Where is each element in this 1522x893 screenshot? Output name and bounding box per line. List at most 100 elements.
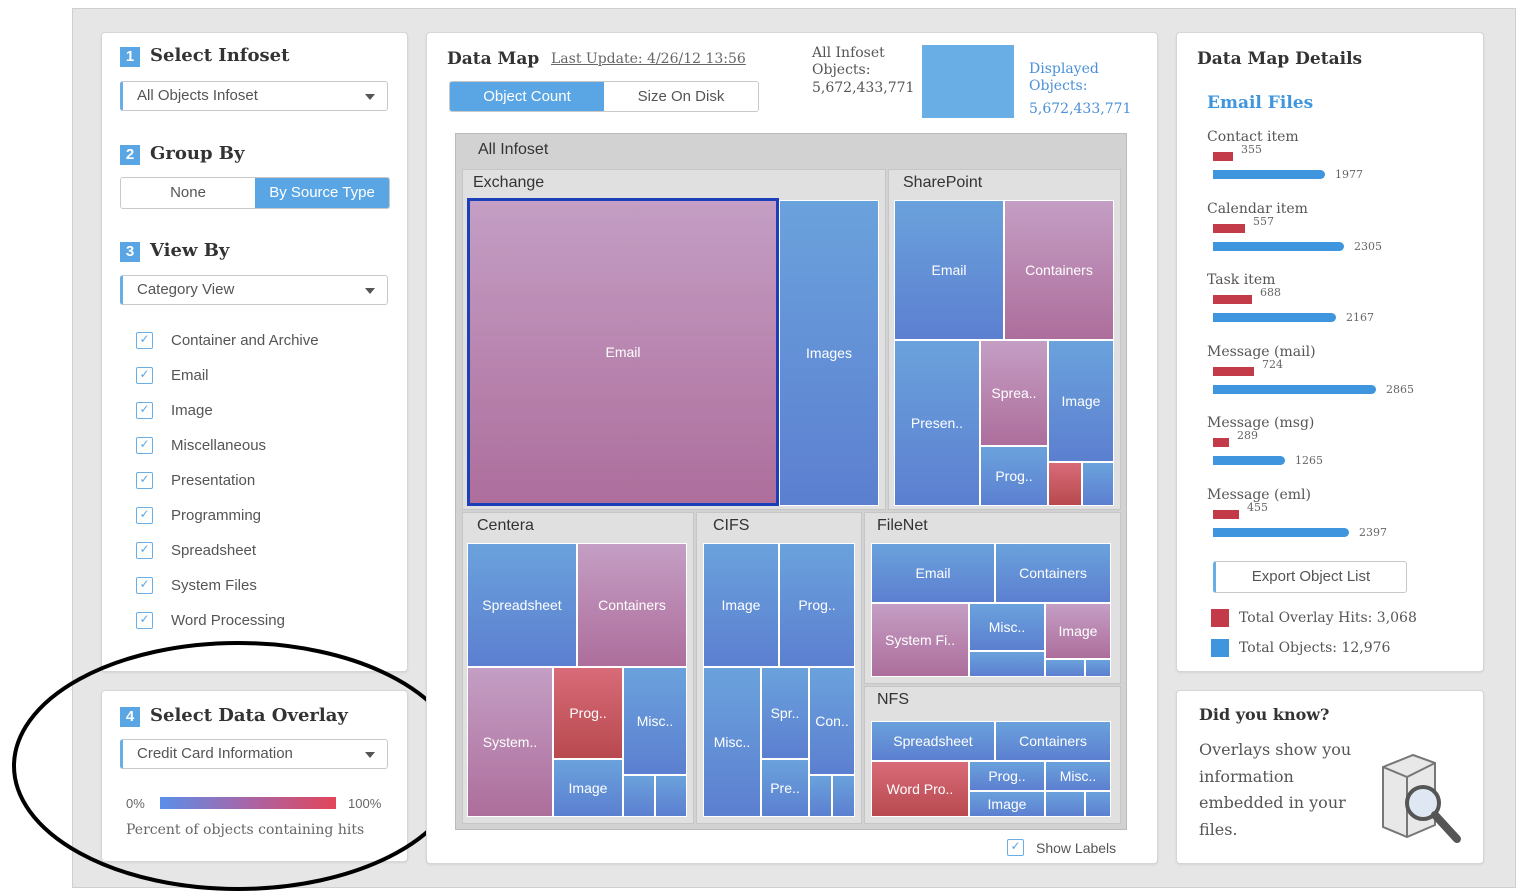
cell-filenet-small-1[interactable] — [969, 651, 1045, 677]
checkbox-checked-icon[interactable]: ✓ — [136, 612, 153, 629]
category-item[interactable]: ✓ Container and Archive — [136, 323, 386, 358]
cell-cifs-pre[interactable]: Pre.. — [761, 759, 809, 817]
group-exchange[interactable]: Exchange Email Images — [462, 169, 886, 510]
cell-centera-image[interactable]: Image — [553, 759, 623, 817]
details-item: Message (eml) 455 2397 — [1207, 487, 1467, 559]
details-item: Message (mail) 724 2865 — [1207, 344, 1467, 416]
category-item[interactable]: ✓ System Files — [136, 568, 386, 603]
category-list: ✓ Container and Archive ✓ Email ✓ Image ✓ Mi… — [136, 323, 386, 638]
total-objects-value: 2167 — [1346, 311, 1374, 324]
checkbox-checked-icon[interactable]: ✓ — [1007, 839, 1024, 856]
cell-sharepoint-containers[interactable]: Containers — [1004, 200, 1114, 340]
category-item[interactable]: ✓ Miscellaneous — [136, 428, 386, 463]
cell-nfs-prog[interactable]: Prog.. — [969, 761, 1045, 791]
step3-heading: 3 View By — [120, 240, 229, 262]
cell-sharepoint-image[interactable]: Image — [1048, 340, 1114, 462]
group-centera[interactable]: Centera Spreadsheet Containers System.. … — [462, 512, 694, 824]
cell-filenet-misc[interactable]: Misc.. — [969, 603, 1045, 651]
overlay-hits-value: 724 — [1262, 357, 1283, 371]
cell-filenet-email[interactable]: Email — [871, 543, 995, 603]
cell-centera-small-2[interactable] — [655, 775, 687, 817]
checkbox-checked-icon[interactable]: ✓ — [136, 507, 153, 524]
group-filenet[interactable]: FileNet Email Containers System Fi.. Mis… — [864, 512, 1121, 684]
show-labels-toggle[interactable]: ✓ Show Labels — [1007, 839, 1116, 856]
cell-sharepoint-prog[interactable]: Prog.. — [980, 446, 1048, 506]
cell-sharepoint-presen[interactable]: Presen.. — [894, 340, 980, 506]
cell-filenet-image[interactable]: Image — [1045, 603, 1111, 659]
cell-centera-containers[interactable]: Containers — [577, 543, 687, 667]
tab-size-on-disk[interactable]: Size On Disk — [604, 82, 758, 111]
cell-filenet-systemfi[interactable]: System Fi.. — [871, 603, 969, 677]
category-label: System Files — [171, 577, 257, 594]
cell-cifs-con[interactable]: Con.. — [809, 667, 855, 775]
checkbox-checked-icon[interactable]: ✓ — [136, 332, 153, 349]
cell-cifs-prog[interactable]: Prog.. — [779, 543, 855, 667]
category-item[interactable]: ✓ Email — [136, 358, 386, 393]
overlay-hits-value: 289 — [1237, 429, 1258, 442]
cell-nfs-wordpro[interactable]: Word Pro.. — [871, 761, 969, 817]
checkbox-checked-icon[interactable]: ✓ — [136, 542, 153, 559]
infoset-dropdown[interactable]: All Objects Infoset — [120, 81, 388, 111]
cell-nfs-misc[interactable]: Misc.. — [1045, 761, 1111, 791]
cell-cifs-spr[interactable]: Spr.. — [761, 667, 809, 759]
cell-cifs-small-1[interactable] — [809, 775, 832, 817]
total-objects-value: 1977 — [1335, 168, 1363, 181]
cell-nfs-containers[interactable]: Containers — [995, 721, 1111, 761]
cell-sharepoint-small-2[interactable] — [1082, 462, 1114, 506]
show-labels-label: Show Labels — [1036, 839, 1117, 856]
group-sharepoint[interactable]: SharePoint Email Containers Presen.. Spr… — [888, 169, 1121, 510]
cell-nfs-small-2[interactable] — [1085, 791, 1111, 817]
step3-number: 3 — [120, 241, 140, 262]
category-label: Spreadsheet — [171, 542, 257, 559]
last-update-link[interactable]: Last Update: 4/26/12 13:56 — [551, 51, 746, 67]
tab-object-count[interactable]: Object Count — [450, 82, 604, 111]
cell-centera-system[interactable]: System.. — [467, 667, 553, 817]
group-cifs[interactable]: CIFS Image Prog.. Misc.. Spr.. Con.. Pre… — [696, 512, 862, 824]
checkbox-checked-icon[interactable]: ✓ — [136, 437, 153, 454]
cell-exchange-images[interactable]: Images — [779, 200, 879, 506]
cell-filenet-containers[interactable]: Containers — [995, 543, 1111, 603]
group-label: FileNet — [877, 517, 928, 534]
cell-cifs-small-2[interactable] — [832, 775, 855, 817]
cell-cifs-image[interactable]: Image — [703, 543, 779, 667]
category-item[interactable]: ✓ Presentation — [136, 463, 386, 498]
cell-exchange-email[interactable]: Email — [467, 198, 779, 506]
legend-objects-label: Total Objects: 12,976 — [1239, 640, 1391, 656]
checkbox-checked-icon[interactable]: ✓ — [136, 472, 153, 489]
total-objects-value: 2397 — [1359, 525, 1387, 539]
cell-nfs-image[interactable]: Image — [969, 791, 1045, 817]
cell-nfs-spreadsheet[interactable]: Spreadsheet — [871, 721, 995, 761]
category-item[interactable]: ✓ Spreadsheet — [136, 533, 386, 568]
cell-sharepoint-sprea[interactable]: Sprea.. — [980, 340, 1048, 446]
checkbox-checked-icon[interactable]: ✓ — [136, 577, 153, 594]
displayed-label: Displayed Objects: — [1029, 61, 1099, 94]
cell-sharepoint-email[interactable]: Email — [894, 200, 1004, 340]
total-objects-value: 1265 — [1295, 454, 1323, 467]
checkbox-checked-icon[interactable]: ✓ — [136, 402, 153, 419]
category-item[interactable]: ✓ Programming — [136, 498, 386, 533]
step1-title: Select Infoset — [150, 45, 290, 66]
checkbox-checked-icon[interactable]: ✓ — [136, 367, 153, 384]
group-by-source-type-button[interactable]: By Source Type — [255, 178, 389, 208]
group-label: Centera — [477, 517, 534, 534]
group-by-none-button[interactable]: None — [121, 178, 255, 208]
cell-centera-misc[interactable]: Misc.. — [623, 667, 687, 775]
cell-nfs-small-1[interactable] — [1045, 791, 1085, 817]
cell-cifs-misc[interactable]: Misc.. — [703, 667, 761, 817]
export-object-list-button[interactable]: Export Object List — [1213, 561, 1407, 593]
cell-centera-spreadsheet[interactable]: Spreadsheet — [467, 543, 577, 667]
group-nfs[interactable]: NFS Spreadsheet Containers Word Pro.. Pr… — [864, 686, 1121, 824]
step2-number: 2 — [120, 144, 140, 165]
cell-centera-small-1[interactable] — [623, 775, 655, 817]
cell-filenet-small-2[interactable] — [1045, 659, 1085, 677]
category-item[interactable]: ✓ Image — [136, 393, 386, 428]
category-item[interactable]: ✓ Word Processing — [136, 603, 386, 638]
cell-centera-prog[interactable]: Prog.. — [553, 667, 623, 759]
group-by-toggle: None By Source Type — [120, 177, 390, 209]
details-title: Data Map Details — [1197, 49, 1363, 69]
cell-filenet-small-3[interactable] — [1085, 659, 1111, 677]
data-map-panel: Data Map Last Update: 4/26/12 13:56 Obje… — [426, 32, 1158, 864]
category-label: Container and Archive — [171, 332, 319, 349]
cell-sharepoint-small-1[interactable] — [1048, 462, 1082, 506]
view-by-dropdown[interactable]: Category View — [120, 275, 388, 305]
